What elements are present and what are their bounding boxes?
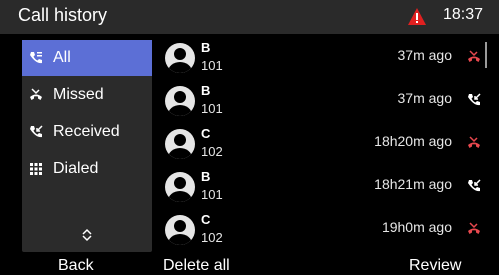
sidebar-item-all[interactable]: All	[22, 40, 152, 76]
contact-number: 101	[201, 58, 223, 73]
clock: 18:37	[443, 6, 484, 23]
back-softkey[interactable]: Back	[58, 257, 94, 275]
contact-name: B	[201, 83, 211, 98]
list-scrollbar[interactable]	[485, 42, 487, 68]
sidebar-item-label: Dialed	[53, 160, 99, 177]
contact-name: C	[201, 126, 211, 141]
avatar	[165, 215, 195, 245]
list-item[interactable]: B 101 37m ago	[160, 81, 490, 121]
avatar	[165, 172, 195, 202]
review-softkey[interactable]: Review	[409, 257, 461, 275]
delete-all-softkey[interactable]: Delete all	[163, 257, 230, 275]
contact-name: B	[201, 40, 211, 55]
contact-number: 101	[201, 101, 223, 116]
call-time: 18h21m ago	[374, 176, 452, 192]
chevron-up-down-icon[interactable]	[80, 228, 94, 242]
contact-name: B	[201, 169, 211, 184]
call-list: B 101 37m ago B 101 37m ago C 102 18h20m…	[160, 38, 490, 252]
list-item[interactable]: B 101 18h21m ago	[160, 167, 490, 207]
sidebar-item-label: Received	[53, 123, 120, 140]
contact-number: 102	[201, 230, 223, 245]
list-item[interactable]: C 102 19h0m ago	[160, 210, 490, 250]
list-item[interactable]: B 101 37m ago	[160, 38, 490, 78]
sidebar-item-label: Missed	[53, 86, 104, 103]
sidebar-item-label: All	[53, 49, 71, 66]
call-time: 19h0m ago	[381, 219, 452, 235]
contact-number: 102	[201, 144, 223, 159]
filter-sidebar: All Missed Received Dialed	[22, 40, 152, 252]
call-time: 37m ago	[397, 90, 452, 106]
title-bar: Call history 18:37	[0, 0, 499, 34]
contact-number: 101	[201, 187, 223, 202]
list-item[interactable]: C 102 18h20m ago	[160, 124, 490, 164]
received-call-icon	[468, 93, 481, 106]
contact-name: C	[201, 212, 211, 227]
softkey-bar: Back Delete all Review	[0, 256, 499, 275]
sidebar-item-received[interactable]: Received	[22, 114, 152, 150]
dialpad-icon	[28, 161, 44, 177]
sidebar-item-missed[interactable]: Missed	[22, 77, 152, 113]
missed-call-icon	[468, 136, 480, 148]
all-calls-icon	[28, 50, 44, 66]
received-call-icon	[28, 124, 44, 140]
missed-call-icon	[28, 87, 44, 103]
call-time: 18h20m ago	[374, 133, 452, 149]
avatar	[165, 43, 195, 73]
warning-triangle-icon[interactable]	[408, 8, 426, 25]
page-title: Call history	[18, 5, 108, 25]
call-time: 37m ago	[397, 47, 452, 63]
avatar	[165, 129, 195, 159]
avatar	[165, 86, 195, 116]
missed-call-icon	[468, 50, 480, 62]
received-call-icon	[468, 179, 481, 192]
sidebar-item-dialed[interactable]: Dialed	[22, 151, 152, 187]
missed-call-icon	[468, 222, 480, 234]
